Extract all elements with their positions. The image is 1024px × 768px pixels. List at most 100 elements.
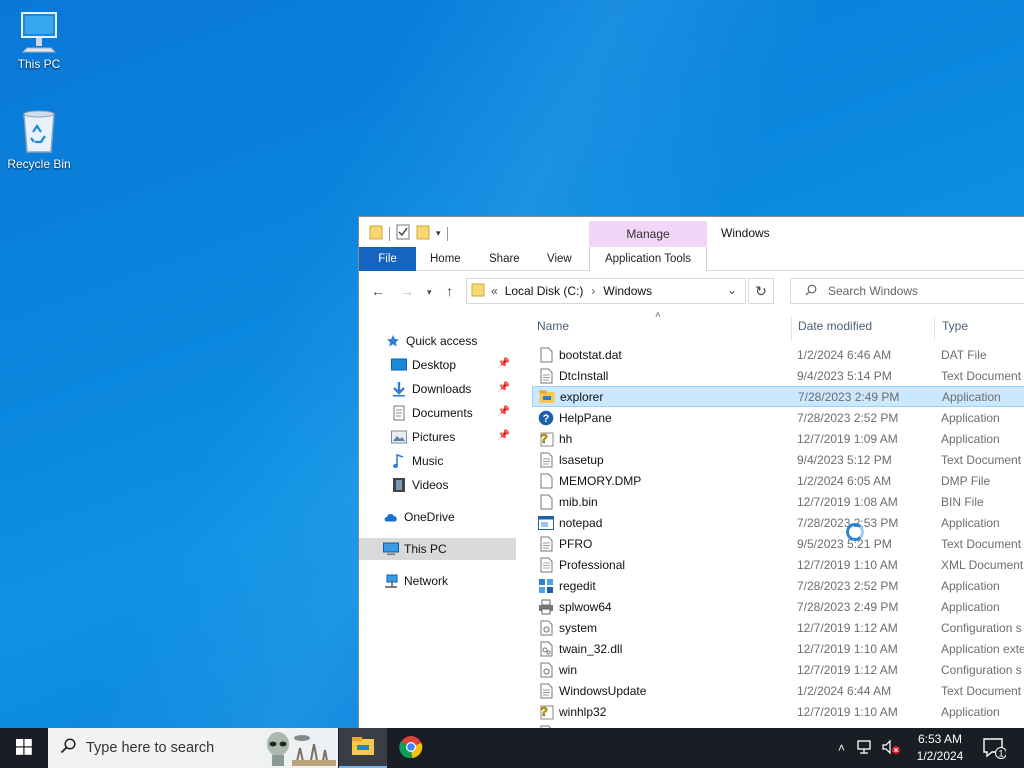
- xml-file-icon: [538, 557, 554, 573]
- file-row[interactable]: notepad 7/28/2023 2:53 PM Application: [532, 512, 1024, 533]
- clock-date: 1/2/2024: [916, 749, 964, 763]
- nav-music[interactable]: Music: [391, 450, 548, 472]
- taskbar-clock[interactable]: 6:53 AM 1/2/2024: [903, 731, 977, 765]
- config-file-icon: [538, 662, 554, 678]
- file-type: DMP File: [941, 473, 991, 488]
- file-type: Text Document: [941, 683, 1022, 698]
- column-header-date-modified[interactable]: Date modified: [798, 311, 934, 341]
- tab-share[interactable]: Share: [489, 247, 520, 271]
- address-row: ← → ▾ ↑ « Local Disk (C:) › Windows ⌄ ↻ …: [359, 271, 1024, 311]
- title-bar: ▾ Manage Windows: [359, 217, 1024, 247]
- column-divider: [934, 317, 935, 341]
- taskbar-search-box[interactable]: Type here to search: [48, 728, 338, 768]
- file-row[interactable]: regedit 7/28/2023 2:52 PM Application: [532, 575, 1024, 596]
- divider: [389, 226, 390, 241]
- taskbar-search-input[interactable]: Type here to search: [86, 740, 214, 756]
- printer-icon: [538, 599, 554, 615]
- search-box[interactable]: Search Windows: [790, 278, 1024, 304]
- file-row[interactable]: ? HelpPane 7/28/2023 2:52 PM Application: [532, 407, 1024, 428]
- refresh-icon[interactable]: ↻: [748, 278, 774, 304]
- file-row[interactable]: WindowsUpdate 1/2/2024 6:44 AM Text Docume…: [532, 680, 1024, 701]
- properties-icon[interactable]: [396, 224, 410, 243]
- desktop-icon-this-pc[interactable]: This PC: [1, 10, 77, 71]
- file-row[interactable]: twain_32.dll 12/7/2019 1:10 AM Application…: [532, 638, 1024, 659]
- nav-pictures[interactable]: Pictures 📌: [391, 426, 516, 448]
- generic-file-icon: [538, 473, 554, 489]
- desktop-icon-recycle-bin[interactable]: Recycle Bin: [1, 108, 77, 171]
- nav-documents[interactable]: Documents 📌: [391, 402, 516, 424]
- file-row[interactable]: Professional 12/7/2019 1:10 AM XML Documen…: [532, 554, 1024, 575]
- nav-quick-access[interactable]: Quick access: [385, 330, 542, 352]
- file-row[interactable]: PFRO 9/5/2023 5:21 PM Text Document: [532, 533, 1024, 554]
- file-date-modified: 12/7/2019 1:10 AM: [797, 557, 898, 572]
- file-name: MEMORY.DMP: [559, 473, 642, 488]
- file-explorer-window: ▾ Manage Windows File Home Share View Ap…: [358, 216, 1024, 730]
- column-header-type[interactable]: Type: [942, 311, 1022, 341]
- network-icon: [383, 573, 399, 589]
- back-arrow-icon[interactable]: ←: [371, 283, 385, 299]
- nav-label: Videos: [412, 478, 449, 492]
- pin-icon[interactable]: 📌: [498, 430, 510, 441]
- pin-icon[interactable]: 📌: [498, 382, 510, 393]
- svg-text:?: ?: [540, 704, 548, 719]
- pin-icon[interactable]: 📌: [498, 358, 510, 369]
- file-row[interactable]: mib.bin 12/7/2019 1:08 AM BIN File: [532, 491, 1024, 512]
- file-row[interactable]: bootstat.dat 1/2/2024 6:46 AM DAT File: [532, 344, 1024, 365]
- file-row[interactable]: system 12/7/2019 1:12 AM Configuration s: [532, 617, 1024, 638]
- nav-network[interactable]: Network: [383, 570, 540, 592]
- tab-view[interactable]: View: [547, 247, 572, 271]
- desktop-icon-label: Recycle Bin: [7, 157, 71, 171]
- file-date-modified: 12/7/2019 1:10 AM: [797, 704, 898, 719]
- breadcrumb-windows[interactable]: Windows: [603, 284, 652, 298]
- search-input[interactable]: Search Windows: [828, 284, 918, 298]
- file-row[interactable]: DtcInstall 9/4/2023 5:14 PM Text Document: [532, 365, 1024, 386]
- pin-icon[interactable]: 📌: [498, 406, 510, 417]
- tab-file[interactable]: File: [359, 247, 416, 271]
- new-folder-icon[interactable]: [416, 224, 430, 243]
- recycle-bin-icon: [17, 108, 61, 154]
- taskbar-chrome[interactable]: [387, 728, 435, 768]
- windows-logo-icon: [16, 738, 32, 758]
- file-row[interactable]: ? winhlp32 12/7/2019 1:10 AM Application: [532, 701, 1024, 722]
- network-status-icon[interactable]: [855, 739, 873, 758]
- file-row[interactable]: explorer 7/28/2023 2:49 PM Application: [532, 386, 1024, 407]
- column-header-name[interactable]: Name: [537, 311, 787, 341]
- breadcrumb-separator: ›: [591, 284, 596, 298]
- help-icon: ?: [538, 410, 554, 426]
- file-date-modified: 12/7/2019 1:12 AM: [797, 662, 898, 677]
- start-button[interactable]: [0, 728, 48, 768]
- tab-home[interactable]: Home: [430, 247, 461, 271]
- address-dropdown-chevron-icon[interactable]: ⌄: [727, 283, 737, 297]
- file-row[interactable]: splwow64 7/28/2023 2:49 PM Application: [532, 596, 1024, 617]
- address-bar[interactable]: « Local Disk (C:) › Windows ⌄: [466, 278, 746, 304]
- help-file-icon: ?: [538, 431, 554, 447]
- nav-videos[interactable]: Videos: [391, 474, 548, 496]
- file-type: Configuration s: [941, 662, 1022, 677]
- this-pc-icon: [17, 10, 61, 54]
- folder-icon[interactable]: [369, 224, 383, 243]
- nav-downloads[interactable]: Downloads 📌: [391, 378, 516, 400]
- file-row[interactable]: MEMORY.DMP 1/2/2024 6:05 AM DMP File: [532, 470, 1024, 491]
- taskbar-file-explorer[interactable]: [339, 728, 387, 768]
- file-name: Professional: [559, 557, 626, 572]
- file-row[interactable]: lsasetup 9/4/2023 5:12 PM Text Document: [532, 449, 1024, 470]
- breadcrumb-overflow[interactable]: «: [491, 284, 498, 298]
- breadcrumb-local-disk[interactable]: Local Disk (C:): [505, 284, 584, 298]
- forward-arrow-icon[interactable]: →: [400, 283, 414, 299]
- manage-context-tab[interactable]: Manage: [589, 221, 707, 247]
- recent-locations-chevron-icon[interactable]: ▾: [427, 287, 432, 298]
- customize-toolbar-icon[interactable]: ▾: [436, 228, 441, 239]
- nav-desktop[interactable]: Desktop 📌: [391, 354, 516, 376]
- show-hidden-icons-chevron-icon[interactable]: ˄: [838, 741, 845, 755]
- file-row[interactable]: ? hh 12/7/2019 1:09 AM Application: [532, 428, 1024, 449]
- action-center-button[interactable]: 1: [982, 737, 1007, 762]
- file-date-modified: 12/7/2019 1:10 AM: [797, 641, 898, 656]
- generic-file-icon: [538, 347, 554, 363]
- up-arrow-icon[interactable]: ↑: [446, 283, 453, 299]
- volume-muted-icon[interactable]: [881, 739, 901, 758]
- nav-this-pc[interactable]: This PC: [359, 538, 516, 560]
- nav-onedrive[interactable]: OneDrive: [383, 506, 540, 528]
- file-row[interactable]: win 12/7/2019 1:12 AM Configuration s: [532, 659, 1024, 680]
- tab-application-tools[interactable]: Application Tools: [589, 247, 707, 271]
- star-icon: [385, 333, 401, 349]
